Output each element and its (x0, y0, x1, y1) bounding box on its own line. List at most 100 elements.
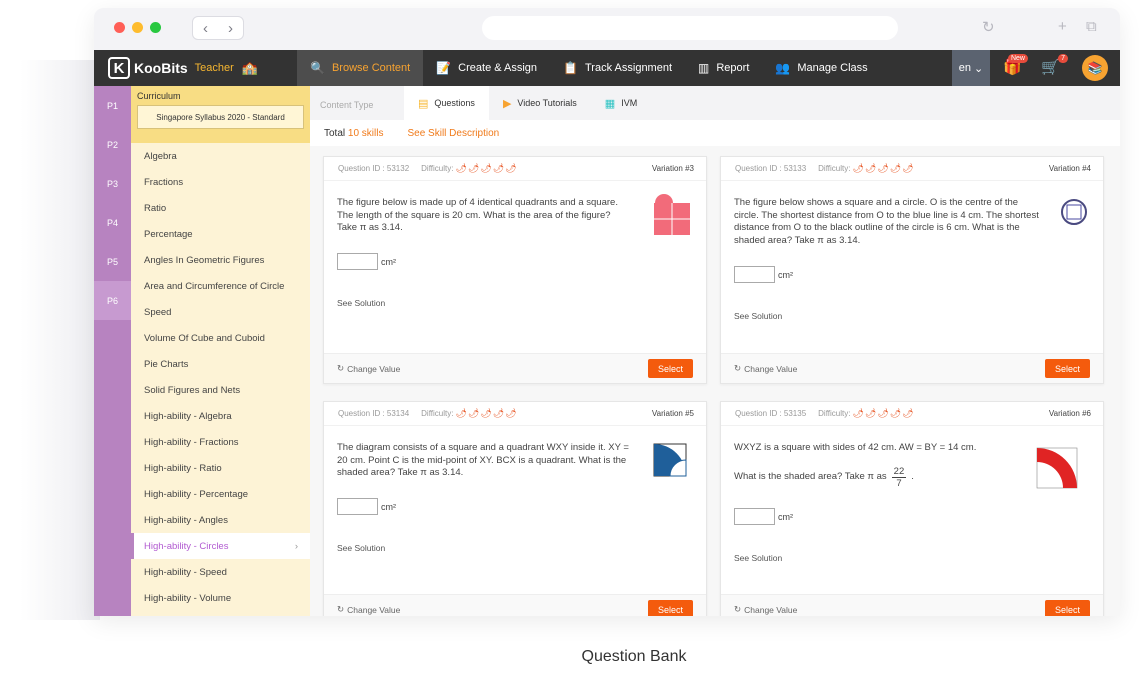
see-solution-link[interactable]: See Solution (734, 553, 782, 563)
language-selector[interactable]: en ⌄ (952, 50, 990, 86)
topic-item[interactable]: High-ability - Pie Charts (131, 611, 310, 616)
nav-report[interactable]: ▥ Report (685, 50, 762, 86)
topic-item[interactable]: Ratio (131, 195, 310, 221)
topic-item[interactable]: Volume Of Cube and Cuboid (131, 325, 310, 351)
select-button[interactable]: Select (1045, 359, 1090, 378)
play-icon: ▶ (502, 97, 512, 110)
topic-label: High-ability - Ratio (144, 462, 222, 474)
topic-label: High-ability - Speed (144, 566, 227, 578)
change-label: Change Value (347, 363, 401, 374)
quadrants-figure-icon (654, 194, 690, 235)
nav-label: Manage Class (797, 62, 868, 74)
unit-label: cm² (778, 511, 793, 522)
topic-item[interactable]: Fractions (131, 169, 310, 195)
nav-browse-content[interactable]: 🔍 Browse Content (297, 50, 424, 86)
topic-item[interactable]: High-ability - Speed (131, 559, 310, 585)
topic-item[interactable]: High-ability - Fractions (131, 429, 310, 455)
page: ‹ › ↻ + ⧉ K KooBits Teacher 🏫 🔍 Browse C… (0, 0, 1140, 680)
answer-row: cm² (337, 253, 396, 270)
see-solution-link[interactable]: See Solution (337, 543, 385, 553)
level-p4[interactable]: P4 (94, 203, 131, 242)
tab-video-tutorials[interactable]: ▶ Video Tutorials (489, 86, 591, 120)
tab-ivm[interactable]: ▦ IVM (591, 86, 651, 120)
syllabus-select[interactable]: Singapore Syllabus 2020 - Standard (137, 105, 304, 129)
topic-item[interactable]: Speed (131, 299, 310, 325)
topic-item[interactable]: Pie Charts (131, 351, 310, 377)
maximize-window-button[interactable] (150, 22, 161, 33)
nav-track-assignment[interactable]: 📋 Track Assignment (550, 50, 685, 86)
minimize-window-button[interactable] (132, 22, 143, 33)
card-header: Question ID : 53134 Difficulty: 🌶🌶🌶🌶🌶 Va… (324, 402, 706, 426)
answer-input[interactable] (337, 498, 378, 515)
avatar[interactable]: 📚 (1082, 55, 1108, 81)
select-button[interactable]: Select (648, 600, 693, 616)
select-button[interactable]: Select (648, 359, 693, 378)
question-text-2-label: What is the shaded area? Take π as (734, 471, 887, 483)
nav-arrows: ‹ › (192, 16, 244, 40)
topic-item[interactable]: High-ability - Percentage (131, 481, 310, 507)
select-button[interactable]: Select (1045, 600, 1090, 616)
topic-item[interactable]: High-ability - Volume (131, 585, 310, 611)
forward-arrow-icon[interactable]: › (228, 20, 233, 37)
answer-input[interactable] (337, 253, 378, 270)
topic-item[interactable]: Area and Circumference of Circle (131, 273, 310, 299)
change-value-button[interactable]: ↻ Change Value (734, 363, 797, 374)
see-skill-description-link[interactable]: See Skill Description (407, 128, 499, 139)
new-tab-icon[interactable]: + (1058, 18, 1067, 35)
variation-label: Variation #3 (651, 164, 694, 173)
question-id: Question ID : 53135 (735, 409, 807, 418)
nav-manage-class[interactable]: 👥 Manage Class (762, 50, 880, 86)
see-solution-link[interactable]: See Solution (337, 298, 385, 308)
question-id: Question ID : 53132 (338, 164, 410, 173)
topic-label: Algebra (144, 150, 177, 162)
tab-questions[interactable]: ▤ Questions (404, 86, 489, 120)
see-solution-link[interactable]: See Solution (734, 311, 782, 321)
topic-item[interactable]: Algebra (131, 143, 310, 169)
topic-item[interactable]: Angles In Geometric Figures (131, 247, 310, 273)
level-p5[interactable]: P5 (94, 242, 131, 281)
variation-label: Variation #6 (1048, 409, 1091, 418)
topic-label: Speed (144, 306, 172, 318)
nav-label: Track Assignment (585, 62, 673, 74)
change-value-button[interactable]: ↻ Change Value (337, 363, 400, 374)
nav-create-assign[interactable]: 📝 Create & Assign (423, 50, 550, 86)
answer-input[interactable] (734, 266, 775, 283)
cart-icon[interactable]: 🛒 (1041, 58, 1060, 76)
topic-item[interactable]: High-ability - Ratio (131, 455, 310, 481)
total-prefix: Total (324, 127, 346, 139)
answer-input[interactable] (734, 508, 775, 525)
create-icon: 📝 (436, 61, 452, 75)
back-arrow-icon[interactable]: ‹ (203, 20, 208, 37)
tabs-overview-icon[interactable]: ⧉ (1086, 18, 1097, 35)
change-value-button[interactable]: ↻ Change Value (734, 604, 797, 615)
difficulty-chili-icon: 🌶🌶🌶🌶🌶 (455, 163, 518, 173)
topic-item[interactable]: Percentage (131, 221, 310, 247)
topic-item[interactable]: High-ability - Circles › (131, 533, 310, 559)
level-p6[interactable]: P6 (94, 281, 131, 320)
level-p2[interactable]: P2 (94, 125, 131, 164)
topic-item[interactable]: Solid Figures and Nets (131, 377, 310, 403)
topic-item[interactable]: High-ability - Angles (131, 507, 310, 533)
close-window-button[interactable] (114, 22, 125, 33)
total-skills: Total 10 skills (324, 128, 383, 139)
topic-item[interactable]: High-ability - Algebra (131, 403, 310, 429)
tab-label: Questions (434, 98, 475, 108)
difficulty-label: Difficulty: (421, 164, 454, 173)
topic-label: High-ability - Volume (144, 592, 232, 604)
question-card: Question ID : 53135 Difficulty: 🌶🌶🌶🌶🌶 Va… (720, 401, 1104, 616)
level-p3[interactable]: P3 (94, 164, 131, 203)
koobits-logo[interactable]: K KooBits Teacher 🏫 (94, 50, 297, 86)
level-p1[interactable]: P1 (94, 86, 131, 125)
class-icon: 👥 (775, 61, 791, 75)
logo-k-icon: K (108, 57, 130, 79)
content-type-label: Content Type (320, 100, 374, 110)
question-id: Question ID : 53133 (735, 164, 807, 173)
reload-icon[interactable]: ↻ (982, 18, 995, 36)
topic-label: High-ability - Circles (144, 540, 229, 552)
change-value-button[interactable]: ↻ Change Value (337, 604, 400, 615)
topic-label: Percentage (144, 228, 193, 240)
refresh-icon: ↻ (734, 363, 742, 373)
nav-label: Browse Content (331, 62, 411, 74)
question-card: Question ID : 53133 Difficulty: 🌶🌶🌶🌶🌶 Va… (720, 156, 1104, 384)
address-bar[interactable] (482, 16, 898, 40)
